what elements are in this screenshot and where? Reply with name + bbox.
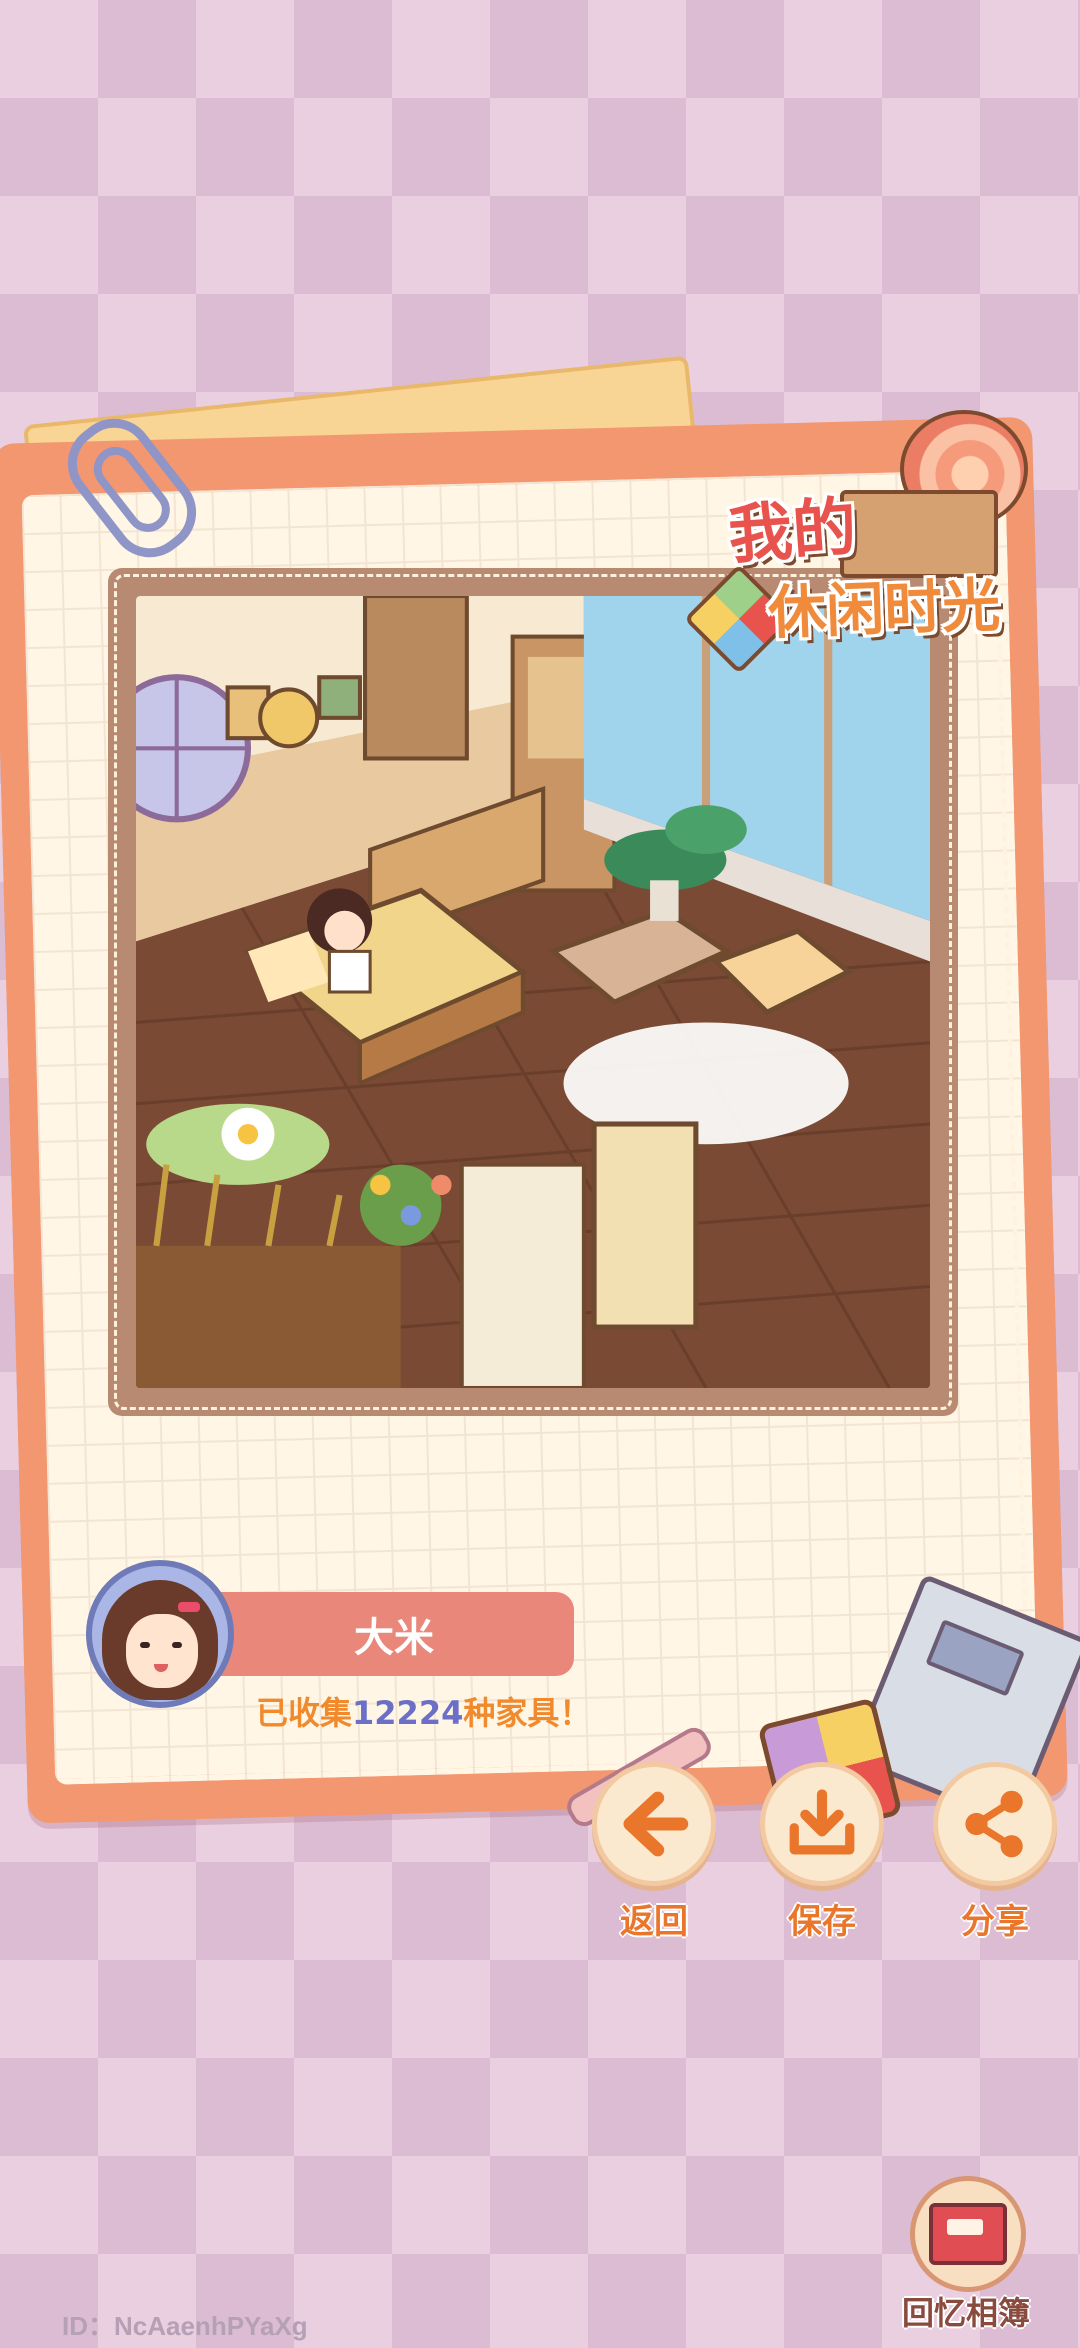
share-button[interactable]: 分享	[930, 1762, 1060, 1952]
collection-count-line: 已收集12224种家具！	[256, 1688, 591, 1734]
memory-album-button[interactable]: 回忆相簿	[902, 2176, 1072, 2336]
collect-count: 12224	[352, 1694, 464, 1732]
title-line-1: 我的	[725, 490, 859, 574]
title-line-2: 休闲时光	[767, 570, 1002, 648]
arrow-left-icon	[623, 1791, 689, 1857]
album-circle[interactable]	[910, 2176, 1026, 2292]
share-button-circle[interactable]	[933, 1762, 1057, 1886]
collect-prefix: 已收集	[256, 1694, 353, 1732]
save-button[interactable]: 保存	[757, 1762, 887, 1952]
save-button-circle[interactable]	[760, 1762, 884, 1886]
player-name: 大米	[354, 1615, 434, 1661]
room-photo	[136, 596, 930, 1388]
player-id: ID：NcAaenhPYaXg	[62, 2311, 308, 2341]
player-name-bar: 大米	[214, 1592, 574, 1676]
fridge	[591, 1121, 699, 1330]
title-badge: 我的 休闲时光	[683, 400, 1070, 675]
room-illustration	[136, 596, 930, 1388]
album-label: 回忆相簿	[902, 2294, 1031, 2332]
photo-album-icon	[929, 2203, 1007, 2265]
back-label: 返回	[620, 1902, 688, 1942]
back-button[interactable]: 返回	[589, 1762, 719, 1952]
collect-suffix: 种家具！	[463, 1694, 592, 1732]
room-photo-frame	[108, 568, 958, 1416]
back-button-circle[interactable]	[592, 1762, 716, 1886]
avatar	[86, 1560, 234, 1708]
save-label: 保存	[788, 1902, 856, 1942]
download-icon	[789, 1789, 855, 1855]
share-label: 分享	[961, 1902, 1029, 1942]
share-icon	[965, 1790, 1023, 1858]
